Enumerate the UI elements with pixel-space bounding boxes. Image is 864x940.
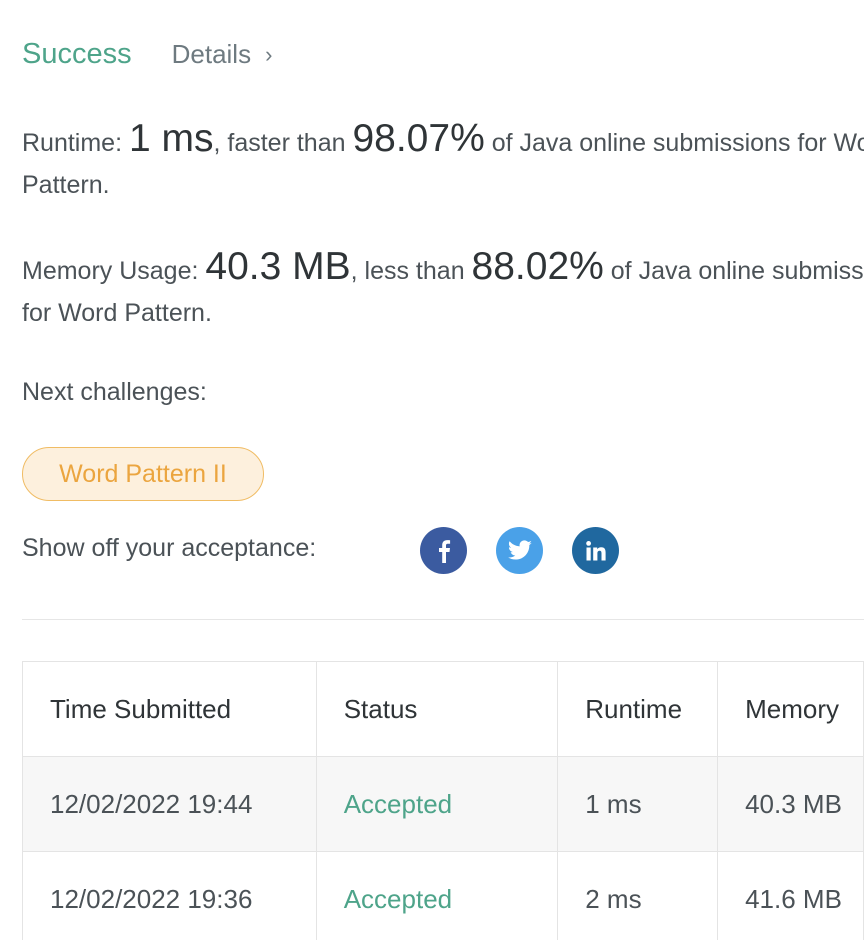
facebook-share-button[interactable] [420,527,467,574]
table-header-row: Time Submitted Status Runtime Memory [22,661,864,757]
linkedin-icon [585,540,606,560]
cell-time-submitted: 12/02/2022 19:44 [22,756,317,852]
runtime-percent: 98.07% [352,118,485,160]
runtime-mid: , faster than [213,129,353,157]
cell-time-submitted: 12/02/2022 19:36 [22,851,317,940]
memory-mid: , less than [350,257,472,285]
cell-runtime: 1 ms [557,756,719,852]
cell-status-link[interactable]: Accepted [315,851,559,940]
column-header-time-submitted: Time Submitted [22,661,317,757]
share-label: Show off your acceptance: [22,534,317,562]
facebook-icon [438,539,450,563]
result-header: Success Details › [22,38,272,71]
success-status: Success [22,38,132,70]
table-row: 12/02/2022 19:44 Accepted 1 ms 40.3 MB [22,756,864,852]
column-header-status: Status [315,661,559,757]
runtime-label: Runtime: [22,129,129,157]
runtime-suffix: of Java online submissions for Word [484,129,864,157]
cell-runtime: 2 ms [557,851,719,940]
linkedin-share-button[interactable] [572,527,619,574]
memory-line2: for Word Pattern. [22,299,212,327]
submission-result-panel: Success Details › Runtime: 1 ms, faster t… [22,0,864,940]
twitter-share-button[interactable] [496,527,543,574]
memory-suffix: of Java online submissions [610,257,864,285]
chevron-right-icon: › [265,42,273,67]
cell-memory: 41.6 MB [717,851,864,940]
details-link[interactable]: Details › [172,39,273,70]
runtime-value: 1 ms [128,118,214,160]
details-label: Details [171,39,252,69]
table-row: 12/02/2022 19:36 Accepted 2 ms 41.6 MB [22,851,864,940]
memory-label: Memory Usage: [22,257,206,285]
column-header-memory: Memory [717,661,864,757]
memory-value: 40.3 MB [205,246,351,288]
submissions-table: Time Submitted Status Runtime Memory 12/… [22,661,864,940]
column-header-runtime: Runtime [557,661,719,757]
divider [22,619,864,620]
cell-status-link[interactable]: Accepted [315,756,559,852]
memory-stat: Memory Usage: 40.3 MB, less than 88.02% … [22,246,864,334]
twitter-icon [507,539,532,560]
cell-memory: 40.3 MB [717,756,864,852]
next-challenges-label: Next challenges: [22,378,207,406]
challenge-chip-word-pattern-ii[interactable]: Word Pattern II [22,447,264,501]
runtime-line2: Pattern. [22,171,110,199]
memory-percent: 88.02% [471,246,604,288]
runtime-stat: Runtime: 1 ms, faster than 98.07% of Jav… [22,118,864,206]
